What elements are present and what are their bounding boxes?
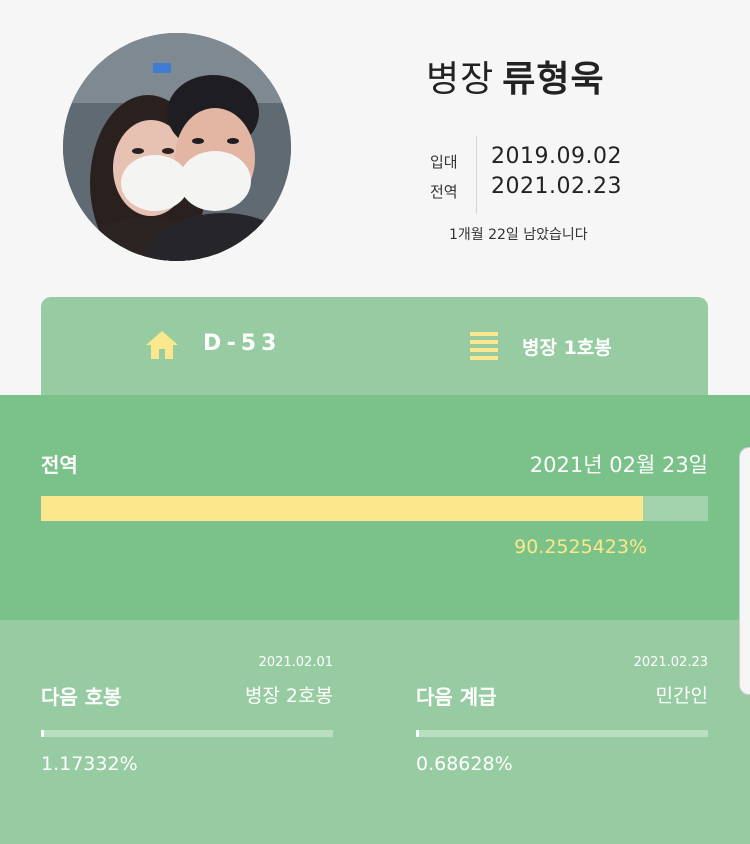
discharge-progress-section: 전역 2021년 02월 23일 90.2525423% <box>0 395 750 620</box>
discharge-percent: 90.2525423% <box>514 536 647 558</box>
app-screen: 병장 류형욱 입대 2019.09.02 전역 2021.02.23 1개월 22… <box>0 0 750 844</box>
next-rank-date: 2021.02.23 <box>633 655 708 670</box>
next-rank-title: 다음 계급 <box>416 685 497 709</box>
next-progress-section: 2021.02.01 다음 호봉 병장 2호봉 1.17332% 2021.02… <box>0 620 750 844</box>
next-rank-value: 민간인 <box>655 685 708 707</box>
dday-counter: D-53 <box>203 331 282 356</box>
next-step-progress-fill <box>41 730 45 737</box>
next-step-progress-bar <box>41 730 333 737</box>
discharge-date: 2021.02.23 <box>491 174 622 199</box>
discharge-progress-title: 전역 <box>41 453 78 477</box>
next-rank-percent: 0.68628% <box>416 753 513 775</box>
next-step-percent: 1.17332% <box>41 753 138 775</box>
soldier-name: 류형욱 <box>502 59 605 100</box>
next-rank-progress-bar <box>416 730 708 737</box>
edge-panel-handle[interactable] <box>739 447 750 695</box>
discharge-row: 전역 2021.02.23 <box>428 174 628 204</box>
remaining-time-text: 1개월 22일 남았습니다 <box>449 227 588 243</box>
service-dates: 입대 2019.09.02 전역 2021.02.23 <box>428 136 628 214</box>
rank-label: 병장 <box>426 59 495 100</box>
discharge-progress-fill <box>41 496 643 521</box>
next-step-value: 병장 2호봉 <box>244 685 333 707</box>
summary-tab[interactable]: D-53 병장 1호봉 <box>41 297 708 407</box>
home-icon[interactable] <box>145 330 179 364</box>
rank-step-label: 병장 1호봉 <box>522 337 612 359</box>
discharge-full-date: 2021년 02월 23일 <box>529 453 708 477</box>
profile-photo[interactable] <box>63 33 291 261</box>
next-step-title: 다음 호봉 <box>41 685 122 709</box>
discharge-label: 전역 <box>430 183 458 201</box>
profile-photo-illustration <box>63 33 291 261</box>
next-step-date: 2021.02.01 <box>258 655 333 670</box>
next-rank-card: 2021.02.23 다음 계급 민간인 0.68628% <box>416 620 708 844</box>
enlist-row: 입대 2019.09.02 <box>428 144 628 174</box>
enlist-date: 2019.09.02 <box>491 144 622 169</box>
enlist-label: 입대 <box>430 153 458 171</box>
profile-name-line: 병장 류형욱 <box>426 50 605 102</box>
next-step-card: 2021.02.01 다음 호봉 병장 2호봉 1.17332% <box>41 620 333 844</box>
menu-icon[interactable] <box>470 332 498 364</box>
discharge-progress-bar <box>41 496 708 521</box>
next-rank-progress-fill <box>416 730 419 737</box>
